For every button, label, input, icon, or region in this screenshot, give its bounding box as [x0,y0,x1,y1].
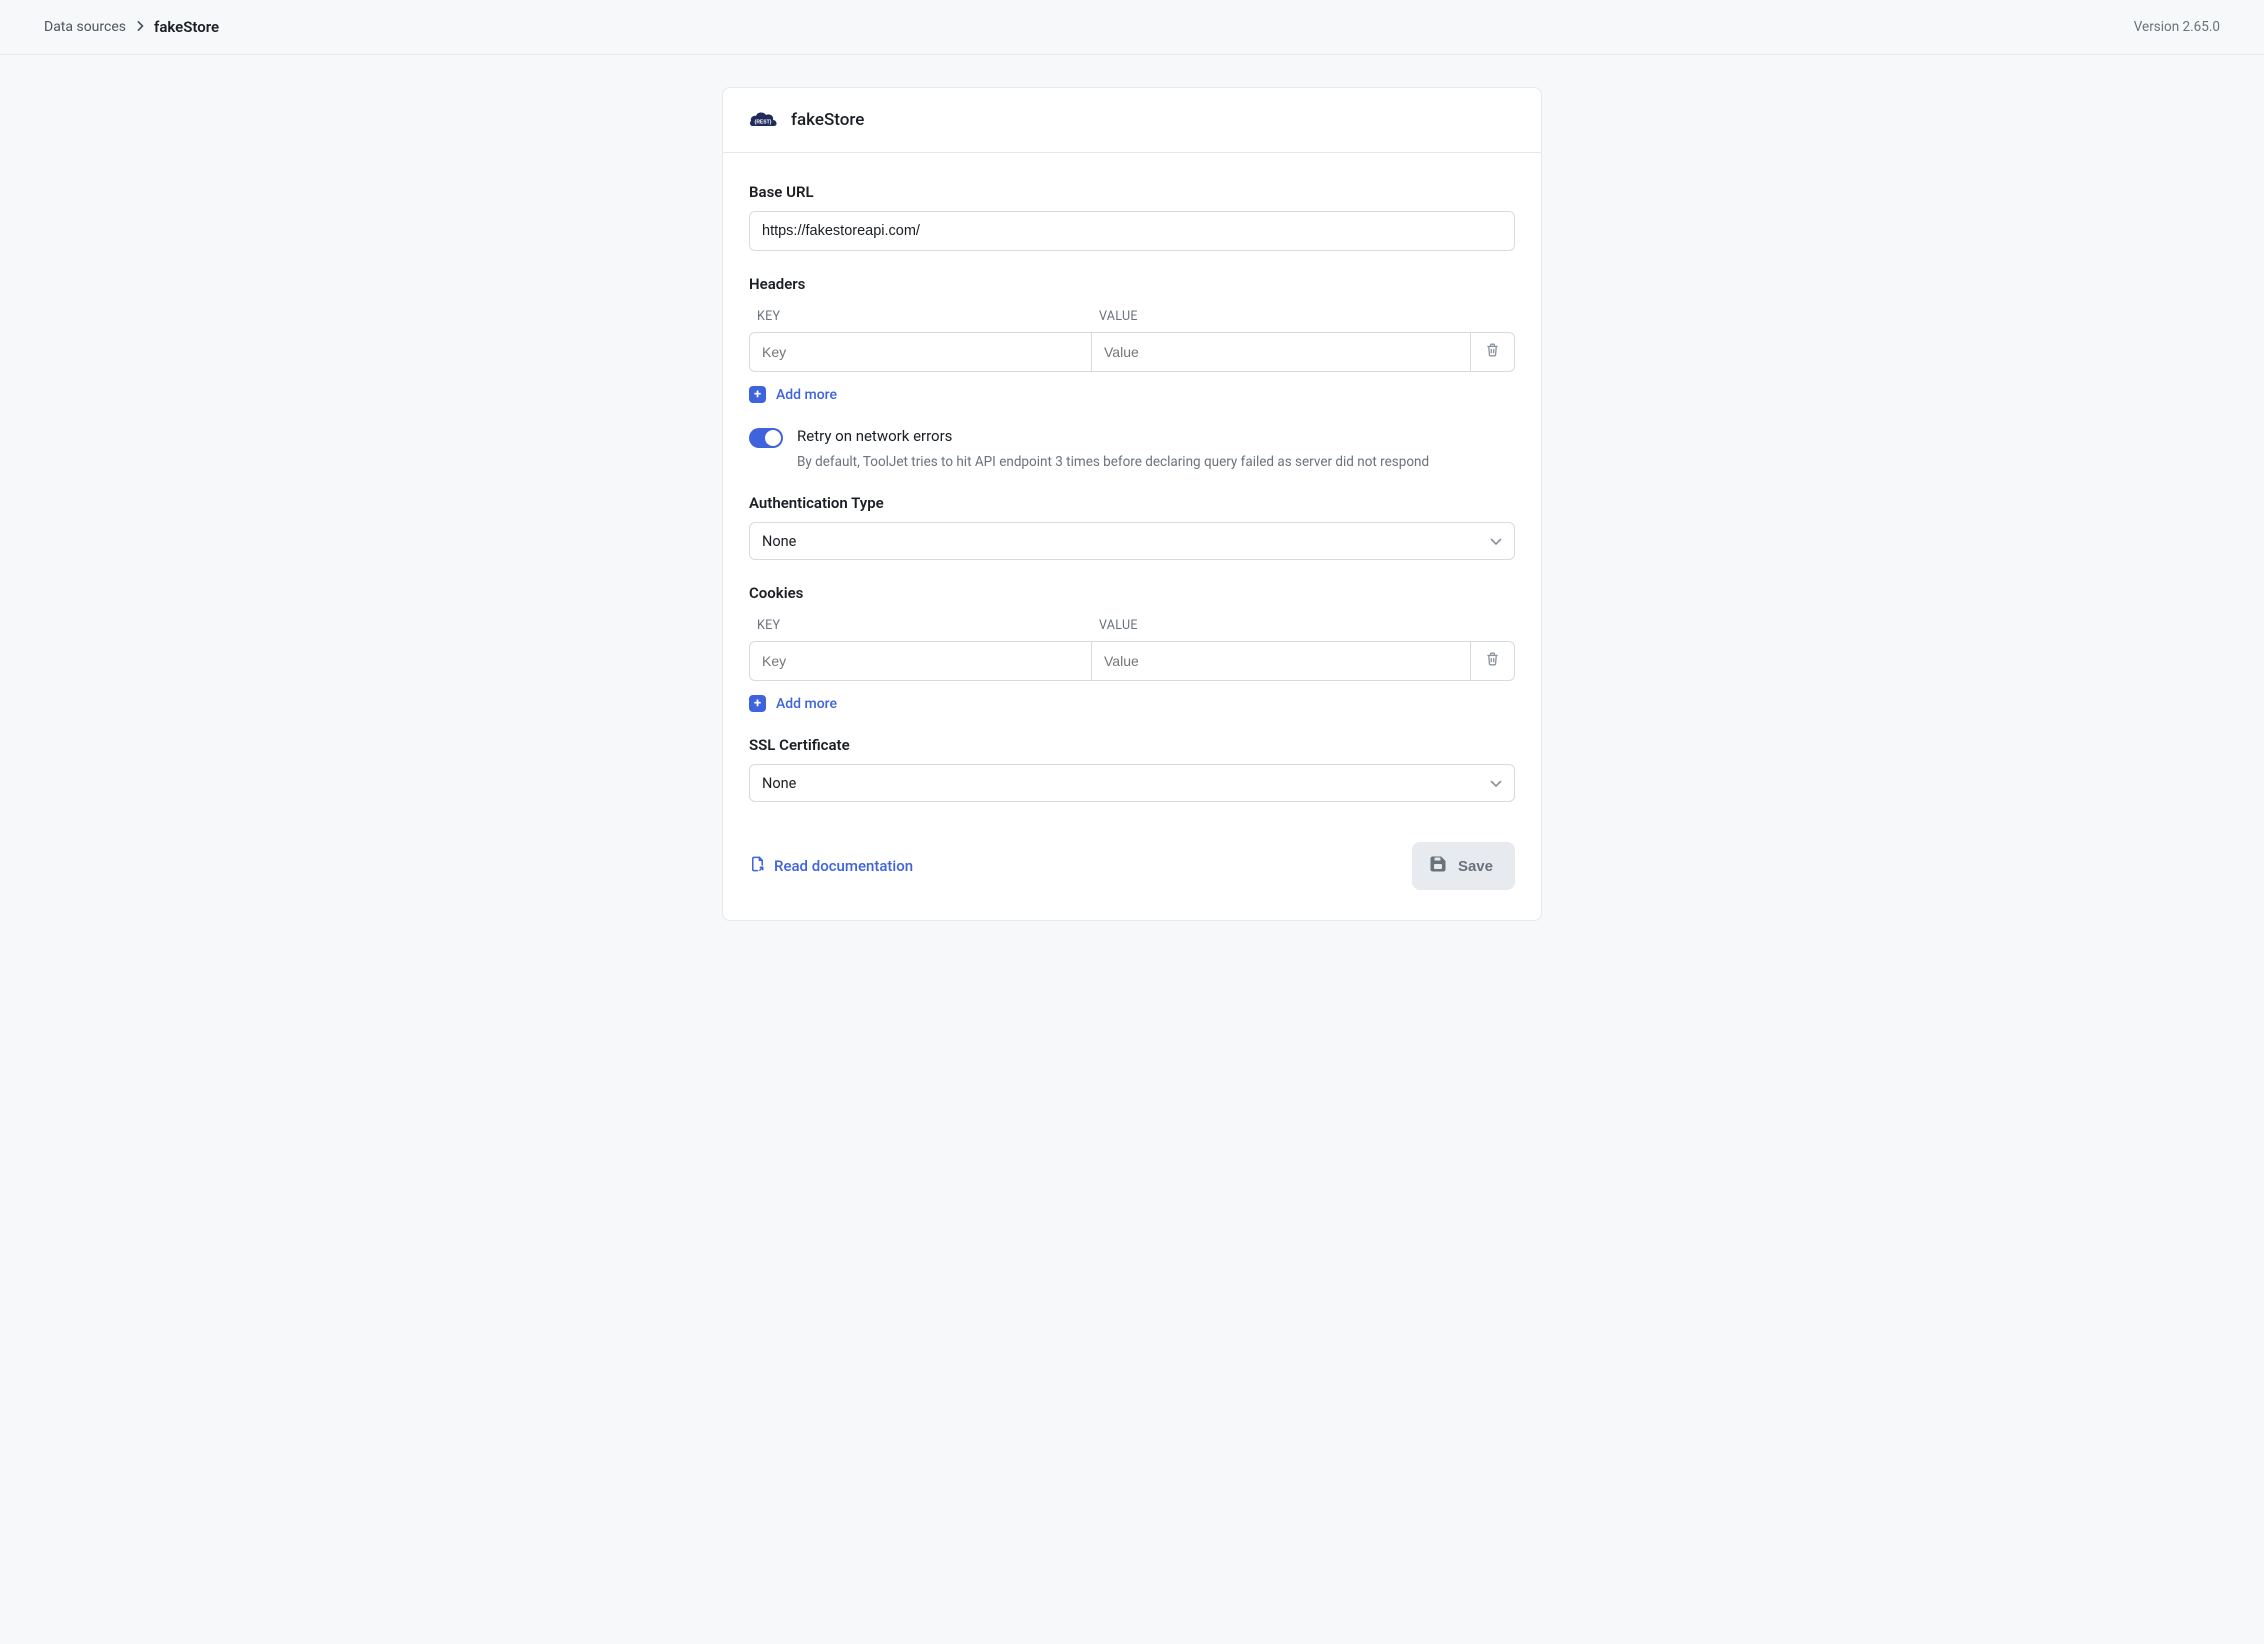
ssl-value: None [762,775,796,792]
retry-section: Retry on network errors By default, Tool… [749,427,1515,470]
card-footer: Read documentation Save [749,842,1515,890]
breadcrumb: Data sources fakeStore [44,18,219,36]
chevron-down-icon [1490,533,1502,550]
rest-api-icon: {REST} [749,110,777,130]
cookies-value-input[interactable] [1091,641,1471,681]
auth-type-section: Authentication Type None [749,494,1515,560]
trash-icon [1485,342,1500,362]
headers-column-labels: KEY VALUE [749,303,1515,330]
retry-toggle[interactable] [749,428,783,448]
auth-type-value: None [762,533,796,550]
doc-link-label: Read documentation [774,857,913,875]
breadcrumb-current: fakeStore [154,18,219,36]
retry-help-text: By default, ToolJet tries to hit API end… [797,454,1515,470]
headers-row [749,332,1515,372]
datasource-name[interactable]: fakeStore [791,110,864,130]
auth-type-select[interactable]: None [749,522,1515,560]
headers-section: Headers KEY VALUE [749,275,1515,403]
cookies-add-more[interactable]: + Add more [749,695,837,712]
document-icon [749,855,766,877]
headers-add-more[interactable]: + Add more [749,386,837,403]
topbar: Data sources fakeStore Version 2.65.0 [0,0,2264,55]
svg-text:{REST}: {REST} [754,120,771,126]
ssl-section: SSL Certificate None [749,736,1515,802]
plus-icon: + [749,695,766,712]
save-button[interactable]: Save [1412,842,1515,890]
cookies-delete-button[interactable] [1471,641,1515,681]
save-button-label: Save [1458,858,1493,875]
ssl-label: SSL Certificate [749,736,1515,754]
cookies-add-more-label: Add more [776,696,837,712]
headers-add-more-label: Add more [776,387,837,403]
read-documentation-link[interactable]: Read documentation [749,855,913,877]
save-icon [1428,854,1448,878]
headers-value-column: VALUE [1091,303,1515,330]
card-body: Base URL Headers KEY VALUE [723,153,1541,920]
cookies-row [749,641,1515,681]
base-url-input[interactable] [749,211,1515,251]
headers-label: Headers [749,275,1515,293]
retry-label: Retry on network errors [797,427,952,445]
base-url-section: Base URL [749,183,1515,251]
cookies-label: Cookies [749,584,1515,602]
headers-key-column: KEY [749,303,1091,330]
cookies-section: Cookies KEY VALUE [749,584,1515,712]
chevron-down-icon [1490,775,1502,792]
chevron-right-icon [136,20,144,34]
base-url-label: Base URL [749,183,1515,201]
breadcrumb-root[interactable]: Data sources [44,19,126,35]
cookies-column-labels: KEY VALUE [749,612,1515,639]
cookies-value-column: VALUE [1091,612,1515,639]
headers-key-input[interactable] [749,332,1091,372]
version-label: Version 2.65.0 [2134,19,2220,35]
card-header: {REST} fakeStore [723,88,1541,153]
headers-delete-button[interactable] [1471,332,1515,372]
cookies-key-input[interactable] [749,641,1091,681]
cookies-key-column: KEY [749,612,1091,639]
plus-icon: + [749,386,766,403]
auth-type-label: Authentication Type [749,494,1515,512]
headers-value-input[interactable] [1091,332,1471,372]
trash-icon [1485,651,1500,671]
ssl-select[interactable]: None [749,764,1515,802]
datasource-card: {REST} fakeStore Base URL Headers KEY VA… [722,87,1542,921]
